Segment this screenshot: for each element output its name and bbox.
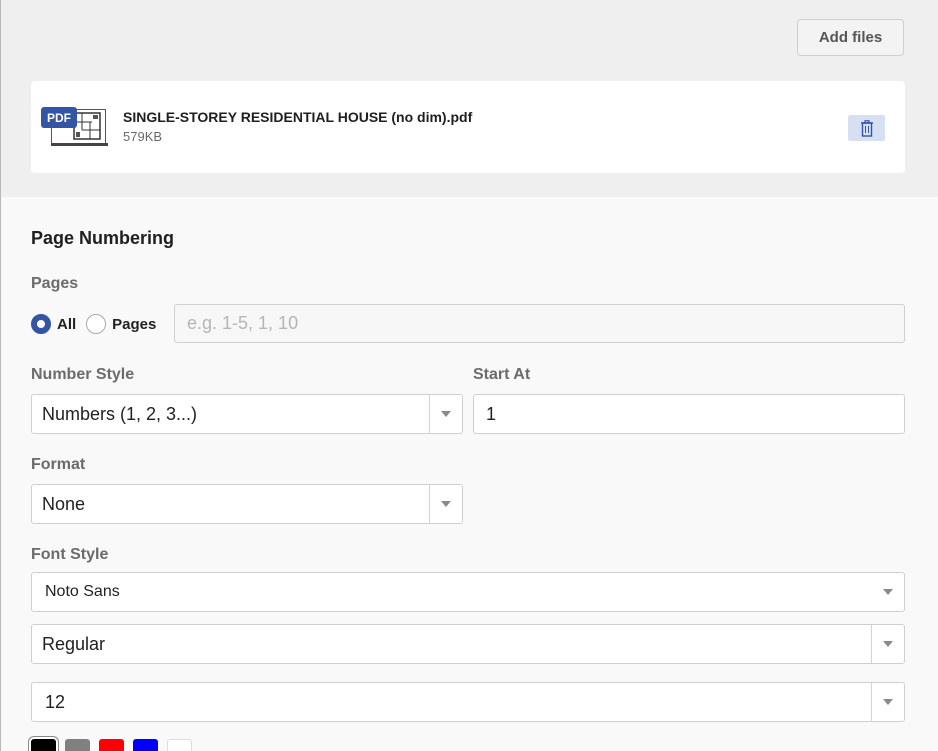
start-at-input[interactable]: 1 [473,394,905,434]
trash-icon [860,119,873,137]
radio-pages[interactable]: Pages [86,314,156,334]
files-area: Add files PDF SINGLE-STOREY RESIDENTIAL … [1,0,938,197]
page-numbering-tool: Add files PDF SINGLE-STOREY RESIDENTIAL … [0,0,938,751]
format-value: None [42,493,86,514]
font-style-label: Font Style [31,546,109,563]
font-size-dropdown-toggle[interactable] [871,683,904,721]
file-name: SINGLE-STOREY RESIDENTIAL HOUSE (no dim)… [123,109,473,125]
color-swatches [31,739,201,751]
font-weight-select[interactable]: Regular [31,624,905,664]
number-style-label: Number Style [31,366,135,383]
format-label: Format [31,456,86,473]
font-size-select[interactable]: 12 [31,682,905,722]
thumbnail-base [51,143,108,146]
chevron-down-icon [883,699,893,705]
color-swatch-2[interactable] [99,739,124,751]
font-size-value: 12 [45,691,66,712]
font-weight-dropdown-toggle[interactable] [871,625,904,663]
color-swatch-3[interactable] [133,739,158,751]
font-weight-value: Regular [42,633,106,654]
number-style-select[interactable]: Numbers (1, 2, 3...) [31,394,463,434]
chevron-down-icon [883,641,893,647]
section-title: Page Numbering [31,228,175,248]
pages-range-input[interactable]: e.g. 1-5, 1, 10 [174,304,905,343]
color-swatch-4[interactable] [167,739,192,751]
file-size: 579KB [123,129,163,144]
color-swatch-1[interactable] [65,739,90,751]
format-select[interactable]: None [31,484,463,524]
chevron-down-icon [441,411,451,417]
font-family-dropdown-toggle[interactable] [872,573,904,611]
color-swatch-0[interactable] [31,739,56,751]
file-card: PDF SINGLE-STOREY RESIDENTIAL HOUSE (no … [31,81,905,173]
pdf-badge: PDF [41,107,77,128]
pages-label: Pages [31,275,79,292]
radio-pages-label: Pages [112,315,157,333]
font-family-value: Noto Sans [45,583,120,600]
pages-radio-group: All Pages [31,313,166,335]
radio-all-indicator[interactable] [31,314,51,334]
add-files-button[interactable]: Add files [797,19,904,56]
radio-all-label: All [57,315,77,333]
number-style-value: Numbers (1, 2, 3...) [42,403,198,424]
radio-all[interactable]: All [31,314,76,334]
delete-file-button[interactable] [848,115,885,141]
chevron-down-icon [883,589,893,595]
pdf-thumbnail-icon: PDF [41,107,108,149]
chevron-down-icon [441,501,451,507]
start-at-label: Start At [473,366,531,383]
radio-pages-indicator[interactable] [86,314,107,334]
font-family-select[interactable]: Noto Sans [31,572,905,612]
number-style-dropdown-toggle[interactable] [429,395,462,433]
settings-panel: Page Numbering Pages All Pages e.g. 1-5,… [1,197,938,751]
format-dropdown-toggle[interactable] [429,485,462,523]
